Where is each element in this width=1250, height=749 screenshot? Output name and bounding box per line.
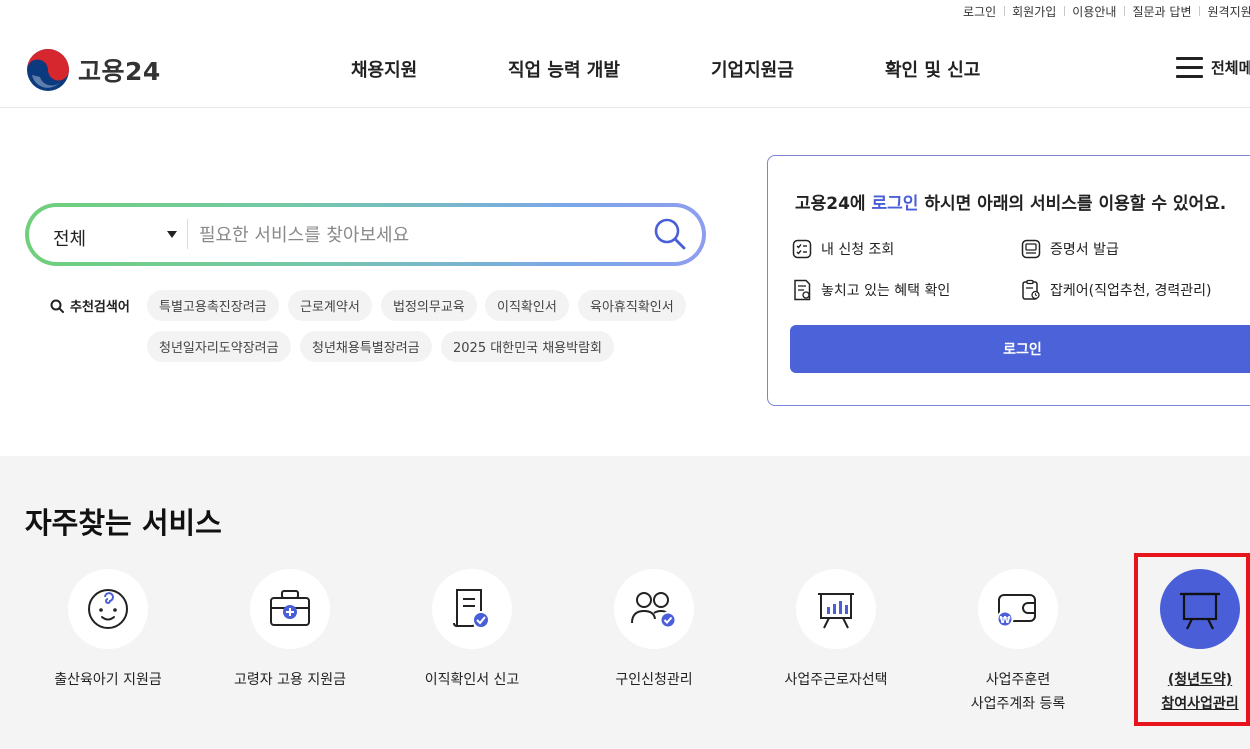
service-certificate[interactable]: 증명서 발급 xyxy=(1021,239,1119,259)
service-label: 증명서 발급 xyxy=(1050,242,1119,258)
service-tile-circle xyxy=(68,569,148,649)
service-tile-employer-training-account[interactable]: ₩ 사업주훈련 사업주계좌 등록 xyxy=(923,569,1113,716)
search-icon xyxy=(50,299,64,313)
taegeuk-logo-icon xyxy=(27,49,69,91)
keyword-chip[interactable]: 근로계약서 xyxy=(288,290,372,321)
login-card-title: 고용24에 로그인 하시면 아래의 서비스를 이용할 수 있어요. xyxy=(795,189,1226,214)
people-check-icon xyxy=(631,592,677,629)
keyword-chip[interactable]: 법정의무교육 xyxy=(381,290,477,321)
recommend-label-text: 추천검색어 xyxy=(70,300,130,315)
frequent-services-section: 자주찾는 서비스 출산육아기 지원금 고령자 고용 지원금 이직확인서 신고 구… xyxy=(0,456,1250,749)
briefcase-icon xyxy=(270,590,310,626)
title-prefix: 고용24에 xyxy=(795,194,872,214)
search-divider xyxy=(187,219,188,249)
service-tile-separation-report[interactable]: 이직확인서 신고 xyxy=(377,569,567,692)
service-tile-circle xyxy=(1160,569,1240,649)
keyword-chip[interactable]: 특별고용촉진장려금 xyxy=(147,290,279,321)
util-qna-link[interactable]: 질문과 답변 xyxy=(1124,3,1199,20)
keyword-chip[interactable]: 청년일자리도약장려금 xyxy=(147,331,291,362)
service-tile-label: 출산육아기 지원금 xyxy=(13,668,203,692)
service-my-applications[interactable]: 내 신청 조회 xyxy=(792,239,894,259)
service-tile-label: 사업주훈련 사업주계좌 등록 xyxy=(923,668,1113,716)
nav-item-subsidy[interactable]: 기업지원금 xyxy=(711,56,794,82)
search-icon xyxy=(654,218,686,250)
util-remote-support-link[interactable]: 원격지원 xyxy=(1199,3,1250,20)
service-label: 잡케어(직업추천, 경력관리) xyxy=(1050,283,1212,299)
service-tile-circle xyxy=(614,569,694,649)
checklist-icon xyxy=(792,239,812,259)
title-login-link[interactable]: 로그인 xyxy=(872,194,919,214)
service-tile-circle xyxy=(796,569,876,649)
svg-text:₩: ₩ xyxy=(999,615,1010,626)
service-tile-senior-subsidy[interactable]: 고령자 고용 지원금 xyxy=(195,569,385,692)
nav-item-confirm-report[interactable]: 확인 및 신고 xyxy=(885,56,980,82)
search-box: 전체 xyxy=(25,203,706,266)
benefit-document-icon xyxy=(794,279,811,301)
keyword-chip[interactable]: 이직확인서 xyxy=(485,290,569,321)
keyword-chip[interactable]: 청년채용특별장려금 xyxy=(300,331,432,362)
label-line: 고령자 고용 지원금 xyxy=(234,672,346,688)
site-logo[interactable]: 고용24 xyxy=(26,48,161,92)
chart-board-icon xyxy=(818,593,854,629)
keyword-chip[interactable]: 육아휴직확인서 xyxy=(578,290,686,321)
util-signup-link[interactable]: 회원가입 xyxy=(1004,3,1064,20)
logo-text: 고용24 xyxy=(78,57,161,86)
label-line: (청년도약) xyxy=(1167,672,1233,688)
login-card: 고용24에 로그인 하시면 아래의 서비스를 이용할 수 있어요. 내 신청 조… xyxy=(767,155,1250,406)
utility-bar: 로그인 회원가입 이용안내 질문과 답변 원격지원 xyxy=(0,0,1250,24)
service-tile-employer-worker-select[interactable]: 사업주근로자선택 xyxy=(741,569,931,692)
easel-icon xyxy=(1180,592,1220,630)
service-tile-youth-leap-management[interactable]: (청년도약) 참여사업관리 xyxy=(1105,569,1250,716)
search-inner: 전체 xyxy=(29,207,702,262)
service-tile-label: 이직확인서 신고 xyxy=(377,668,567,692)
label-line: 출산육아기 지원금 xyxy=(54,672,162,688)
jobcare-icon xyxy=(1022,279,1040,300)
label-line: 이직확인서 신고 xyxy=(424,672,520,688)
title-suffix: 하시면 아래의 서비스를 이용할 수 있어요. xyxy=(918,194,1227,214)
recommend-keywords-label: 추천검색어 xyxy=(50,296,130,315)
service-tile-label: 구인신청관리 xyxy=(559,668,749,692)
all-menu-label: 전체메뉴 xyxy=(1211,59,1250,77)
all-menu-button[interactable]: 전체메뉴 xyxy=(1176,57,1250,78)
service-tile-label: (청년도약) 참여사업관리 xyxy=(1105,668,1250,716)
search-category-select[interactable]: 전체 xyxy=(53,225,86,251)
label-line: 사업주계좌 등록 xyxy=(970,696,1066,712)
util-guide-link[interactable]: 이용안내 xyxy=(1064,3,1124,20)
search-input[interactable] xyxy=(199,217,639,253)
wallet-icon: ₩ xyxy=(996,594,1036,628)
frequent-services-title: 자주찾는 서비스 xyxy=(25,506,222,540)
service-label: 내 신청 조회 xyxy=(821,242,895,258)
label-line: 구인신청관리 xyxy=(615,672,693,688)
service-tile-circle xyxy=(250,569,330,649)
service-tile-circle: ₩ xyxy=(978,569,1058,649)
service-missed-benefits[interactable]: 놓치고 있는 혜택 확인 xyxy=(792,279,950,301)
service-tile-circle xyxy=(432,569,512,649)
service-jobcare[interactable]: 잡케어(직업추천, 경력관리) xyxy=(1021,279,1212,301)
service-tile-childbirth-subsidy[interactable]: 출산육아기 지원금 xyxy=(13,569,203,692)
label-line: 참여사업관리 xyxy=(1161,696,1239,712)
service-tile-label: 고령자 고용 지원금 xyxy=(195,668,385,692)
label-line: 사업주근로자선택 xyxy=(784,672,888,688)
nav-item-recruitment[interactable]: 채용지원 xyxy=(351,56,417,82)
service-label: 놓치고 있는 혜택 확인 xyxy=(821,283,951,299)
certificate-icon xyxy=(1021,239,1041,259)
service-tile-label: 사업주근로자선택 xyxy=(741,668,931,692)
site-header: 고용24 채용지원 직업 능력 개발 기업지원금 확인 및 신고 전체메뉴 xyxy=(0,24,1250,108)
caret-down-icon[interactable] xyxy=(167,231,177,238)
service-tile-job-posting[interactable]: 구인신청관리 xyxy=(559,569,749,692)
label-line: 사업주훈련 xyxy=(985,672,1051,688)
search-button[interactable] xyxy=(653,217,687,251)
hamburger-icon xyxy=(1176,57,1203,78)
baby-icon xyxy=(88,589,128,629)
document-check-icon xyxy=(453,589,490,629)
nav-item-job-training[interactable]: 직업 능력 개발 xyxy=(508,56,620,82)
keyword-chip[interactable]: 2025 대한민국 채용박람회 xyxy=(441,331,614,362)
util-login-link[interactable]: 로그인 xyxy=(963,3,1004,20)
login-button[interactable]: 로그인 xyxy=(790,325,1250,373)
utility-links: 로그인 회원가입 이용안내 질문과 답변 원격지원 xyxy=(963,3,1250,20)
